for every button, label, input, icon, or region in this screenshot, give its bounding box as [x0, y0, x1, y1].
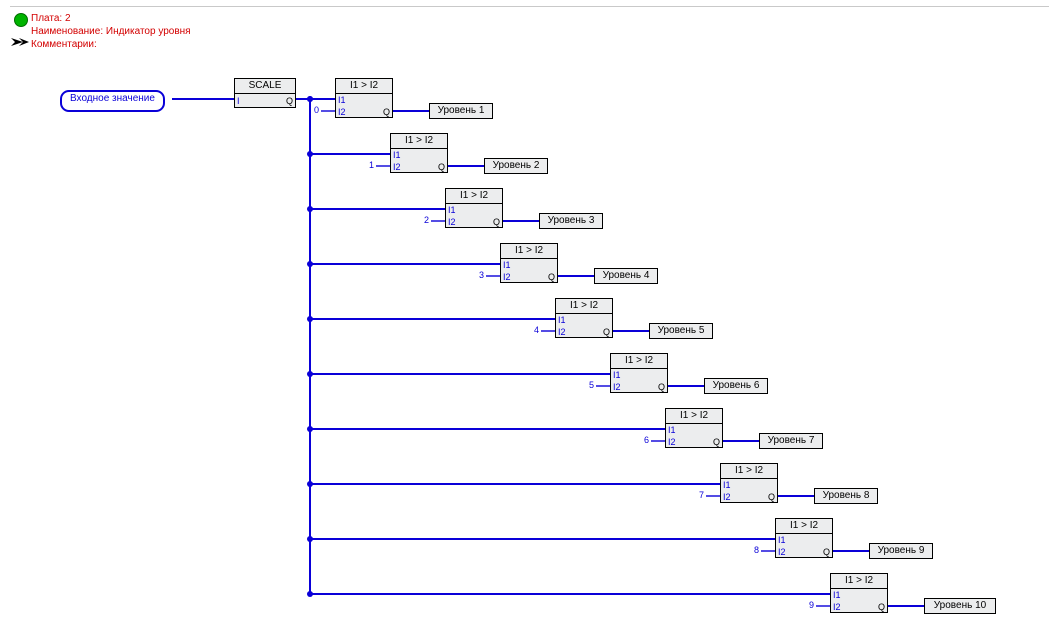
pin-i1: I1 [723, 479, 731, 491]
pin-i1: I1 [338, 94, 346, 106]
header-comments: Комментарии: [31, 38, 191, 51]
pin-q: Q [548, 271, 555, 283]
comparator-title: I1 > I2 [336, 79, 392, 94]
pin-i1: I1 [613, 369, 621, 381]
pin-q: Q [493, 216, 500, 228]
i2-constant: 4 [529, 325, 539, 335]
output-tag[interactable]: Уровень 10 [924, 598, 996, 614]
output-tag[interactable]: Уровень 5 [649, 323, 713, 339]
pin-i1: I1 [833, 589, 841, 601]
pin-i2: I2 [503, 271, 511, 283]
output-tag[interactable]: Уровень 6 [704, 378, 768, 394]
header-info: Плата: 2 Наименование: Индикатор уровня … [31, 12, 191, 51]
diagram-canvas: { "header": { "plate": "Плата: 2", "name… [0, 0, 1059, 639]
pin-i2: I2 [723, 491, 731, 503]
pin-i1: I1 [393, 149, 401, 161]
header-name: Наименование: Индикатор уровня [31, 25, 191, 38]
i2-constant: 5 [584, 380, 594, 390]
pin-i1: I1 [778, 534, 786, 546]
pin-i2: I2 [668, 436, 676, 448]
comparator-block[interactable]: I1 > I2I1I2 Q [445, 188, 503, 228]
comparator-block[interactable]: I1 > I2I1I2 Q [720, 463, 778, 503]
scale-title: SCALE [235, 79, 295, 94]
i2-constant: 6 [639, 435, 649, 445]
pin-i2: I2 [448, 216, 456, 228]
comparator-title: I1 > I2 [446, 189, 502, 204]
comparator-block[interactable]: I1 > I2I1I2 Q [500, 243, 558, 283]
comparator-title: I1 > I2 [776, 519, 832, 534]
comparator-block[interactable]: I1 > I2I1I2 Q [665, 408, 723, 448]
output-tag[interactable]: Уровень 9 [869, 543, 933, 559]
comparator-title: I1 > I2 [391, 134, 447, 149]
i2-constant: 7 [694, 490, 704, 500]
i2-constant: 0 [309, 105, 319, 115]
pin-i2: I2 [393, 161, 401, 173]
arrow-icon [11, 36, 29, 48]
comparator-title: I1 > I2 [611, 354, 667, 369]
panel-divider [10, 6, 1049, 7]
pin-i1: I1 [503, 259, 511, 271]
pin-q: Q [438, 161, 445, 173]
output-tag[interactable]: Уровень 8 [814, 488, 878, 504]
pin-i1: I1 [558, 314, 566, 326]
pin-i2: I2 [613, 381, 621, 393]
comparator-block[interactable]: I1 > I2I1I2 Q [775, 518, 833, 558]
pin-i1: I1 [448, 204, 456, 216]
output-tag[interactable]: Уровень 2 [484, 158, 548, 174]
header-plate: Плата: 2 [31, 12, 191, 25]
i2-constant: 1 [364, 160, 374, 170]
comparator-block[interactable]: I1 > I2I1I2 Q [390, 133, 448, 173]
i2-constant: 3 [474, 270, 484, 280]
pin-q: Q [658, 381, 665, 393]
comparator-title: I1 > I2 [501, 244, 557, 259]
output-tag[interactable]: Уровень 1 [429, 103, 493, 119]
scale-block[interactable]: SCALE I Q [234, 78, 296, 108]
comparator-block[interactable]: I1 > I2I1I2 Q [830, 573, 888, 613]
pin-i2: I2 [558, 326, 566, 338]
i2-constant: 9 [804, 600, 814, 610]
pin-q: Q [713, 436, 720, 448]
scale-pin-i: I [237, 95, 240, 107]
output-tag[interactable]: Уровень 4 [594, 268, 658, 284]
comparator-block[interactable]: I1 > I2I1I2 Q [610, 353, 668, 393]
pin-q: Q [603, 326, 610, 338]
input-node[interactable]: Входное значение [60, 90, 165, 112]
comparator-title: I1 > I2 [666, 409, 722, 424]
pin-i2: I2 [778, 546, 786, 558]
comparator-title: I1 > I2 [556, 299, 612, 314]
comparator-block[interactable]: I1 > I2I1I2 Q [555, 298, 613, 338]
comparator-title: I1 > I2 [721, 464, 777, 479]
pin-q: Q [878, 601, 885, 613]
output-tag[interactable]: Уровень 7 [759, 433, 823, 449]
output-tag[interactable]: Уровень 3 [539, 213, 603, 229]
i2-constant: 8 [749, 545, 759, 555]
pin-i2: I2 [338, 106, 346, 118]
status-led-icon [14, 13, 28, 27]
pin-q: Q [383, 106, 390, 118]
pin-q: Q [823, 546, 830, 558]
comparator-title: I1 > I2 [831, 574, 887, 589]
comparator-block[interactable]: I1 > I2I1I2 Q [335, 78, 393, 118]
scale-pin-q: Q [286, 95, 293, 107]
pin-i2: I2 [833, 601, 841, 613]
pin-i1: I1 [668, 424, 676, 436]
i2-constant: 2 [419, 215, 429, 225]
pin-q: Q [768, 491, 775, 503]
